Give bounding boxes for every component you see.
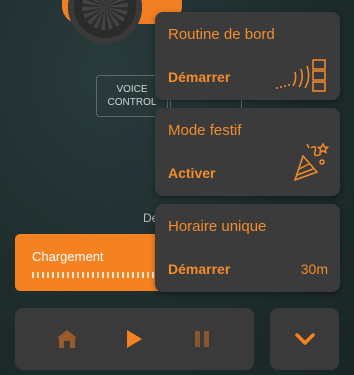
menu-item-title: Routine de bord	[168, 26, 275, 43]
home-button[interactable]	[50, 322, 84, 356]
menu-item-edge-routine[interactable]: Routine de bord Démarrer	[155, 12, 340, 100]
start-button[interactable]: Démarrer	[168, 261, 230, 277]
start-button[interactable]: Démarrer	[168, 69, 230, 85]
activate-button[interactable]: Activer	[168, 165, 215, 181]
party-popper-icon	[293, 142, 330, 182]
menu-item-party-mode[interactable]: Mode festif Activer	[155, 108, 340, 196]
expand-menu-button[interactable]	[270, 308, 339, 370]
menu-item-title: Horaire unique	[168, 218, 267, 235]
menu-item-title: Mode festif	[168, 122, 242, 139]
chevron-down-icon	[294, 333, 315, 345]
duration-value: 30m	[300, 261, 328, 277]
pause-button[interactable]	[185, 322, 219, 356]
home-icon	[56, 330, 77, 348]
voice-control-label: VOICE CONTROL	[107, 84, 157, 108]
charging-status-card: Chargement	[15, 234, 175, 291]
playback-controls	[15, 308, 254, 370]
charging-label: Chargement	[32, 249, 104, 264]
menu-item-one-time-schedule[interactable]: Horaire unique Démarrer 30m	[155, 204, 340, 292]
pause-icon	[195, 331, 210, 347]
charging-progress-indicator	[32, 272, 162, 278]
play-icon	[127, 330, 143, 348]
wire-signal-icon	[276, 59, 326, 92]
play-button[interactable]	[117, 322, 151, 356]
